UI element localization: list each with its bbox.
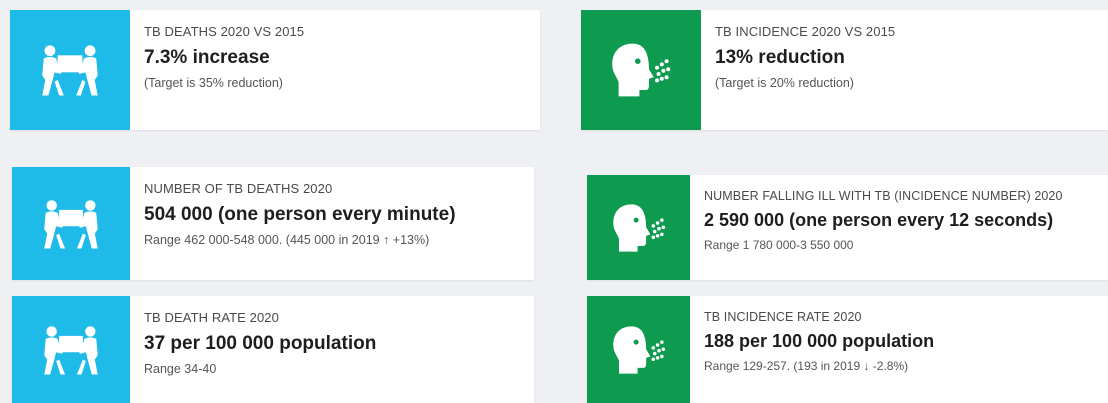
stat-text: TB INCIDENCE 2020 VS 2015 13% reduction … xyxy=(701,10,895,130)
icon-panel xyxy=(10,10,130,130)
stat-value: 13% reduction xyxy=(715,47,845,68)
stat-subtext: (Target is 35% reduction) xyxy=(144,76,283,90)
stat-text: NUMBER OF TB DEATHS 2020 504 000 (one pe… xyxy=(130,167,456,280)
people-carrying-coffin-icon xyxy=(41,324,101,376)
stat-label: TB INCIDENCE 2020 VS 2015 xyxy=(715,24,896,39)
stat-text: NUMBER FALLING ILL WITH TB (INCIDENCE NU… xyxy=(690,175,1063,280)
stat-card-tb-death-rate: TB DEATH RATE 2020 37 per 100 000 popula… xyxy=(12,296,534,403)
icon-panel xyxy=(12,296,130,403)
stat-label: TB DEATHS 2020 VS 2015 xyxy=(144,24,305,39)
people-carrying-coffin-icon xyxy=(39,43,101,97)
stat-value: 7.3% increase xyxy=(144,47,270,68)
coughing-head-icon xyxy=(610,325,668,375)
icon-panel xyxy=(587,296,690,403)
icon-panel xyxy=(12,167,130,280)
people-carrying-coffin-icon xyxy=(41,198,101,250)
stat-label: TB DEATH RATE 2020 xyxy=(144,310,279,325)
stat-text: TB DEATH RATE 2020 37 per 100 000 popula… xyxy=(130,296,376,403)
stat-label: NUMBER OF TB DEATHS 2020 xyxy=(144,181,333,196)
stat-subtext: Range 1 780 000-3 550 000 xyxy=(704,238,854,252)
stat-value: 2 590 000 (one person every 12 seconds) xyxy=(704,210,1054,230)
stat-label: TB INCIDENCE RATE 2020 xyxy=(704,310,862,324)
stat-card-tb-incidence-number: NUMBER FALLING ILL WITH TB (INCIDENCE NU… xyxy=(587,175,1108,280)
stat-text: TB DEATHS 2020 VS 2015 7.3% increase (Ta… xyxy=(130,10,304,130)
coughing-head-icon xyxy=(608,42,674,98)
icon-panel xyxy=(587,175,690,280)
stat-text: TB INCIDENCE RATE 2020 188 per 100 000 p… xyxy=(690,296,934,403)
stat-value: 504 000 (one person every minute) xyxy=(144,204,456,225)
icon-panel xyxy=(581,10,701,130)
stat-subtext: Range 462 000-548 000. (445 000 in 2019 … xyxy=(144,233,430,247)
stat-label: NUMBER FALLING ILL WITH TB (INCIDENCE NU… xyxy=(704,189,1063,203)
stat-card-tb-incidence-rate: TB INCIDENCE RATE 2020 188 per 100 000 p… xyxy=(587,296,1108,403)
stat-card-tb-deaths-change: TB DEATHS 2020 VS 2015 7.3% increase (Ta… xyxy=(10,10,540,130)
stat-card-tb-deaths-number: NUMBER OF TB DEATHS 2020 504 000 (one pe… xyxy=(12,167,534,280)
coughing-head-icon xyxy=(610,203,668,253)
stat-subtext: Range 129-257. (193 in 2019 ↓ -2.8%) xyxy=(704,359,909,373)
stat-value: 37 per 100 000 population xyxy=(144,333,377,354)
stat-subtext: Range 34-40 xyxy=(144,362,217,376)
stat-card-tb-incidence-change: TB INCIDENCE 2020 VS 2015 13% reduction … xyxy=(581,10,1108,130)
stat-value: 188 per 100 000 population xyxy=(704,331,935,351)
stat-subtext: (Target is 20% reduction) xyxy=(715,76,854,90)
